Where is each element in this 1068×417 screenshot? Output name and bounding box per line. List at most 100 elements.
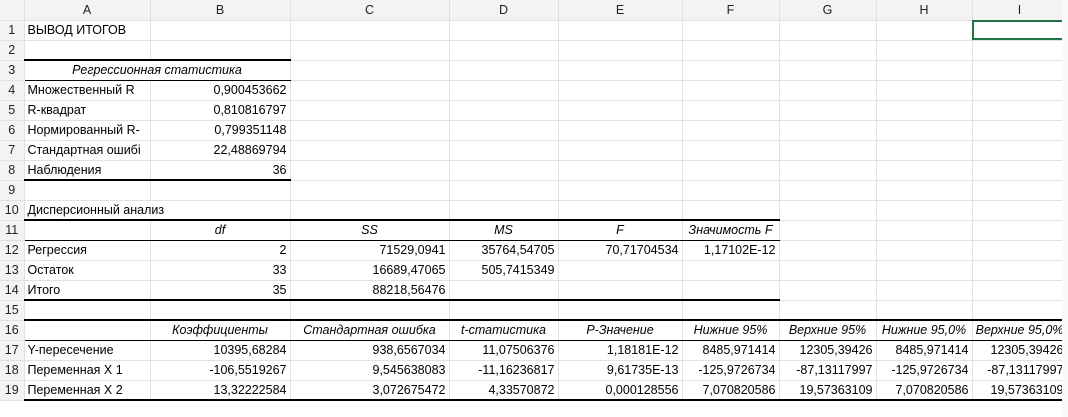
- cell[interactable]: [449, 160, 559, 181]
- cell-value[interactable]: 10395,68284: [150, 340, 291, 361]
- cell-value[interactable]: 12305,39426: [972, 340, 1068, 361]
- cell-value[interactable]: -125,9726734: [682, 360, 780, 381]
- row-header[interactable]: 2: [0, 40, 25, 61]
- cell[interactable]: [972, 100, 1068, 121]
- cell[interactable]: [972, 260, 1068, 281]
- cell[interactable]: [682, 40, 780, 61]
- cell-value[interactable]: 1,17102E-12: [682, 240, 780, 261]
- cell[interactable]: [779, 80, 877, 101]
- cell[interactable]: [558, 100, 683, 121]
- cell[interactable]: [24, 219, 151, 241]
- cell-value[interactable]: 13,32222584: [150, 380, 291, 401]
- row-header[interactable]: 8: [0, 160, 25, 181]
- anova-header-ss[interactable]: SS: [290, 219, 450, 241]
- cell[interactable]: [558, 180, 683, 201]
- cell-value[interactable]: 0,810816797: [150, 100, 291, 121]
- cell[interactable]: [150, 300, 291, 321]
- cell[interactable]: [449, 280, 559, 301]
- cell-g1[interactable]: [779, 20, 877, 41]
- cell-value[interactable]: 8485,971414: [682, 340, 780, 361]
- cell[interactable]: [876, 300, 973, 321]
- anova-header-ms[interactable]: MS: [449, 219, 559, 241]
- cell[interactable]: [558, 120, 683, 141]
- cell-i1-selected[interactable]: [972, 20, 1068, 41]
- row-header[interactable]: 18: [0, 360, 25, 381]
- cell[interactable]: [876, 200, 973, 221]
- cell-value[interactable]: 16689,47065: [290, 260, 450, 281]
- cell[interactable]: [779, 180, 877, 201]
- cell[interactable]: [876, 120, 973, 141]
- cell-label[interactable]: Переменная X 1: [24, 360, 151, 381]
- cell[interactable]: [558, 80, 683, 101]
- column-header-a[interactable]: A: [24, 0, 151, 21]
- cell[interactable]: [779, 140, 877, 161]
- column-header-i[interactable]: I: [972, 0, 1068, 21]
- cell-value[interactable]: 19,57363109: [972, 380, 1068, 401]
- anova-header-f[interactable]: F: [558, 219, 683, 241]
- cell-value[interactable]: 22,48869794: [150, 140, 291, 161]
- column-header-d[interactable]: D: [449, 0, 559, 21]
- cell-value[interactable]: 88218,56476: [290, 280, 450, 301]
- column-header-c[interactable]: C: [290, 0, 450, 21]
- cell-label[interactable]: Итого: [24, 280, 151, 301]
- cell[interactable]: [876, 140, 973, 161]
- cell[interactable]: [779, 160, 877, 181]
- row-header[interactable]: 12: [0, 240, 25, 261]
- cell[interactable]: [972, 300, 1068, 321]
- cell-label[interactable]: Стандартная ошибі: [24, 140, 151, 161]
- cell-value[interactable]: 7,070820586: [876, 380, 973, 401]
- row-header[interactable]: 13: [0, 260, 25, 281]
- cell[interactable]: [682, 160, 780, 181]
- cell[interactable]: [972, 220, 1068, 241]
- row-header[interactable]: 11: [0, 220, 25, 241]
- cell[interactable]: [682, 60, 780, 81]
- cell[interactable]: [779, 200, 877, 221]
- cell[interactable]: [779, 240, 877, 261]
- row-header[interactable]: 6: [0, 120, 25, 141]
- row-header[interactable]: 16: [0, 320, 25, 341]
- cell-value[interactable]: 0,799351148: [150, 120, 291, 141]
- cell-value[interactable]: 0,900453662: [150, 80, 291, 101]
- cell-label[interactable]: Наблюдения: [24, 160, 151, 181]
- cell[interactable]: [558, 260, 683, 281]
- row-header[interactable]: 14: [0, 280, 25, 301]
- cell-a1[interactable]: ВЫВОД ИТОГОВ: [24, 20, 151, 41]
- cell[interactable]: [876, 220, 973, 241]
- anova-header-df[interactable]: df: [150, 219, 291, 241]
- cell-d1[interactable]: [449, 20, 559, 41]
- cell[interactable]: [779, 220, 877, 241]
- cell-value[interactable]: -87,13117997: [972, 360, 1068, 381]
- vertical-scrollbar[interactable]: [1062, 0, 1068, 417]
- anova-header-significance[interactable]: Значимость F: [682, 219, 780, 241]
- anova-title[interactable]: Дисперсионный анализ: [24, 200, 291, 221]
- cell[interactable]: [290, 80, 450, 101]
- cell[interactable]: [779, 300, 877, 321]
- row-header[interactable]: 19: [0, 380, 25, 401]
- cell[interactable]: [972, 280, 1068, 301]
- cell-value[interactable]: 2: [150, 240, 291, 261]
- cell[interactable]: [449, 80, 559, 101]
- row-header[interactable]: 7: [0, 140, 25, 161]
- cell-value[interactable]: -106,5519267: [150, 360, 291, 381]
- cell[interactable]: [682, 80, 780, 101]
- cell[interactable]: [876, 160, 973, 181]
- cell[interactable]: [682, 180, 780, 201]
- cell[interactable]: [558, 300, 683, 321]
- cell-value[interactable]: 3,072675472: [290, 380, 450, 401]
- column-header-f[interactable]: F: [682, 0, 780, 21]
- cell[interactable]: [876, 260, 973, 281]
- cell-value[interactable]: 19,57363109: [779, 380, 877, 401]
- coef-header[interactable]: Нижние 95,0%: [876, 319, 973, 341]
- cell[interactable]: [876, 40, 973, 61]
- cell[interactable]: [558, 200, 683, 221]
- cell[interactable]: [290, 120, 450, 141]
- cell[interactable]: [779, 260, 877, 281]
- cell[interactable]: [972, 160, 1068, 181]
- cell-b1[interactable]: [150, 20, 291, 41]
- cell[interactable]: [972, 60, 1068, 81]
- cell[interactable]: [682, 260, 780, 281]
- cell-value[interactable]: 505,7415349: [449, 260, 559, 281]
- row-header[interactable]: 4: [0, 80, 25, 101]
- coef-header[interactable]: Верхние 95%: [779, 319, 877, 341]
- cell[interactable]: [150, 40, 291, 61]
